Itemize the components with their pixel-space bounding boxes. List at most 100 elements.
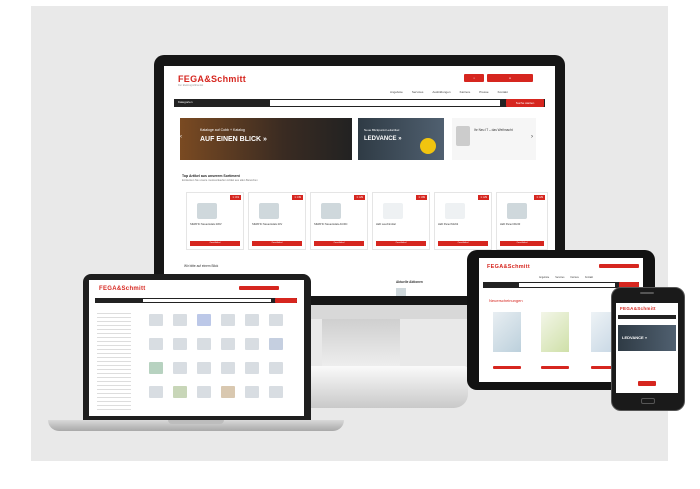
hero-banner-ledvance[interactable]: LEDVANCE » (618, 325, 676, 351)
catalog-button[interactable] (541, 366, 569, 369)
person-avatar (456, 126, 470, 146)
cart-button[interactable] (239, 286, 279, 290)
nav-link-angebote[interactable]: Angebote (390, 90, 403, 94)
price-badge: 1 ×49 (292, 195, 303, 200)
nav-link-ausbildungen[interactable]: Ausbildungen (432, 90, 450, 94)
product-button[interactable]: Zum Artikel (190, 241, 240, 246)
product-button[interactable]: Zum Artikel (252, 241, 302, 246)
category-thumb[interactable] (149, 386, 163, 398)
category-thumb[interactable] (197, 314, 211, 326)
search-input[interactable] (143, 299, 271, 302)
header-nav: Angebote Services Karriere Kontakt (539, 276, 593, 279)
login-button[interactable]: ▪ (464, 74, 484, 82)
product-tile[interactable]: 1 ×49 SIMATIC Steuerrelais 24V Zum Artik… (248, 192, 306, 250)
category-thumb[interactable] (173, 362, 187, 374)
category-thumb[interactable] (245, 314, 259, 326)
product-name: SIMATIC Steuerrelais AC/DC (314, 223, 348, 226)
hero-banner-ledvance[interactable]: Neue Blickpunkt Leitartikel LEDVANCE » (358, 118, 444, 160)
category-thumb[interactable] (149, 338, 163, 350)
product-tile[interactable]: 1 ×19 SIMATIC Steuerrelais 230V Zum Arti… (186, 192, 244, 250)
nav-link-kontakt[interactable]: Kontakt (498, 90, 508, 94)
product-image (259, 203, 279, 219)
hero-banner-catalog[interactable]: Kataloge auf Cobb + Katalog AUF EINEN BL… (180, 118, 352, 160)
product-button[interactable]: Zum Artikel (438, 241, 488, 246)
category-thumb[interactable] (173, 338, 187, 350)
lower-section-title: Wir bitte auf einem Blick (184, 264, 219, 268)
logo-text: FEGA&Schmitt (178, 74, 247, 84)
cart-button[interactable] (599, 264, 639, 268)
carousel-next-icon[interactable]: › (531, 134, 533, 140)
category-thumb[interactable] (149, 362, 163, 374)
nav-link[interactable]: Karriere (570, 276, 579, 279)
nav-link-services[interactable]: Services (412, 90, 424, 94)
header-nav: Angebote Services Ausbildungen Karriere … (390, 90, 508, 94)
nav-link[interactable]: Angebote (539, 276, 549, 279)
search-button[interactable] (275, 298, 297, 303)
search-button[interactable]: Suche starten (506, 99, 544, 107)
category-thumb[interactable] (197, 386, 211, 398)
product-button[interactable]: Zum Artikel (376, 241, 426, 246)
nav-link-presse[interactable]: Presse (479, 90, 488, 94)
monitor-stand-neck (322, 319, 400, 367)
product-name: SIMATIC Steuerrelais 230V (190, 223, 222, 226)
banner-kicker: Kataloge auf Cobb + Katalog (200, 128, 245, 132)
category-thumb[interactable] (197, 338, 211, 350)
category-thumb[interactable] (149, 314, 163, 326)
category-thumb[interactable] (221, 338, 235, 350)
product-tile[interactable]: 1 ×29 SIMATIC Steuerrelais AC/DC Zum Art… (310, 192, 368, 250)
category-thumb[interactable] (221, 362, 235, 374)
category-thumb[interactable] (269, 314, 283, 326)
category-thumb[interactable] (173, 386, 187, 398)
side-card[interactable]: Ihr Neu IT – das Weihnacht (452, 118, 536, 160)
catalog-button[interactable] (493, 366, 521, 369)
category-thumb[interactable] (245, 362, 259, 374)
catalog-cover[interactable] (493, 312, 521, 352)
product-button[interactable]: Zum Artikel (314, 241, 364, 246)
logo-text: FEGA&Schmitt (487, 264, 531, 270)
cart-button[interactable]: ▪▪ (487, 74, 533, 82)
laptop-screen: FEGA&Schmitt (89, 280, 304, 416)
carousel-prev-icon[interactable]: ‹ (180, 134, 182, 140)
category-dropdown[interactable]: Kategorien (178, 100, 193, 104)
search-bar[interactable] (618, 315, 676, 319)
product-button[interactable]: Zum Artikel (500, 241, 544, 246)
nav-link[interactable]: Kontakt (585, 276, 593, 279)
phone-cta-button[interactable] (638, 381, 656, 386)
site-logo[interactable]: FEGA&Schmitt (99, 286, 146, 292)
banner-title: LEDVANCE » (622, 335, 648, 340)
category-thumb[interactable] (221, 314, 235, 326)
nav-link[interactable]: Services (555, 276, 564, 279)
banner-title: LEDVANCE » (364, 136, 402, 142)
site-logo[interactable]: FEGA&Schmitt (487, 264, 530, 270)
section-subtitle: Entdecken Sie unsere meistverkauften Art… (182, 179, 258, 182)
site-logo[interactable]: FEGA&Schmitt (620, 306, 656, 311)
category-thumb[interactable] (269, 386, 283, 398)
price-badge: 1 ×99 (416, 195, 427, 200)
category-thumb[interactable] (269, 362, 283, 374)
search-input[interactable] (270, 100, 500, 106)
catalog-cover[interactable] (541, 312, 569, 352)
nav-link-karriere[interactable]: Karriere (460, 90, 471, 94)
product-name: SIMATIC Steuerrelais 24V (252, 223, 283, 226)
product-image (321, 203, 341, 219)
product-image (197, 203, 217, 219)
price-badge: 1 ×29 (354, 195, 365, 200)
side-card-title: Ihr Neu IT – das Weihnacht (474, 128, 513, 132)
phone-screen: FEGA&Schmitt LEDVANCE » (616, 303, 678, 393)
category-sidebar[interactable] (97, 310, 131, 410)
product-tile[interactable]: 1 ×99 LED Leuchtmittel Zum Artikel (372, 192, 430, 250)
category-thumb[interactable] (245, 338, 259, 350)
product-tile[interactable]: 1 ×29 LED Panel 30x30 Zum Artikel (496, 192, 548, 250)
category-thumb[interactable] (269, 338, 283, 350)
phone-home-button[interactable] (641, 398, 655, 404)
category-thumb[interactable] (221, 386, 235, 398)
category-thumb[interactable] (197, 362, 211, 374)
category-thumb[interactable] (245, 386, 259, 398)
promo-section-title: Aktuelle Aktionen (396, 280, 423, 284)
category-thumb[interactable] (173, 314, 187, 326)
section-title: Top Artikel aus unserem Sortiment (182, 174, 240, 178)
search-input[interactable] (519, 283, 615, 287)
product-tile[interactable]: 1 ×29 LED Panel 62x62 Zum Artikel (434, 192, 492, 250)
product-image (445, 203, 465, 219)
site-logo[interactable]: FEGA&Schmitt Der Elektrogroßhandel (178, 74, 246, 87)
